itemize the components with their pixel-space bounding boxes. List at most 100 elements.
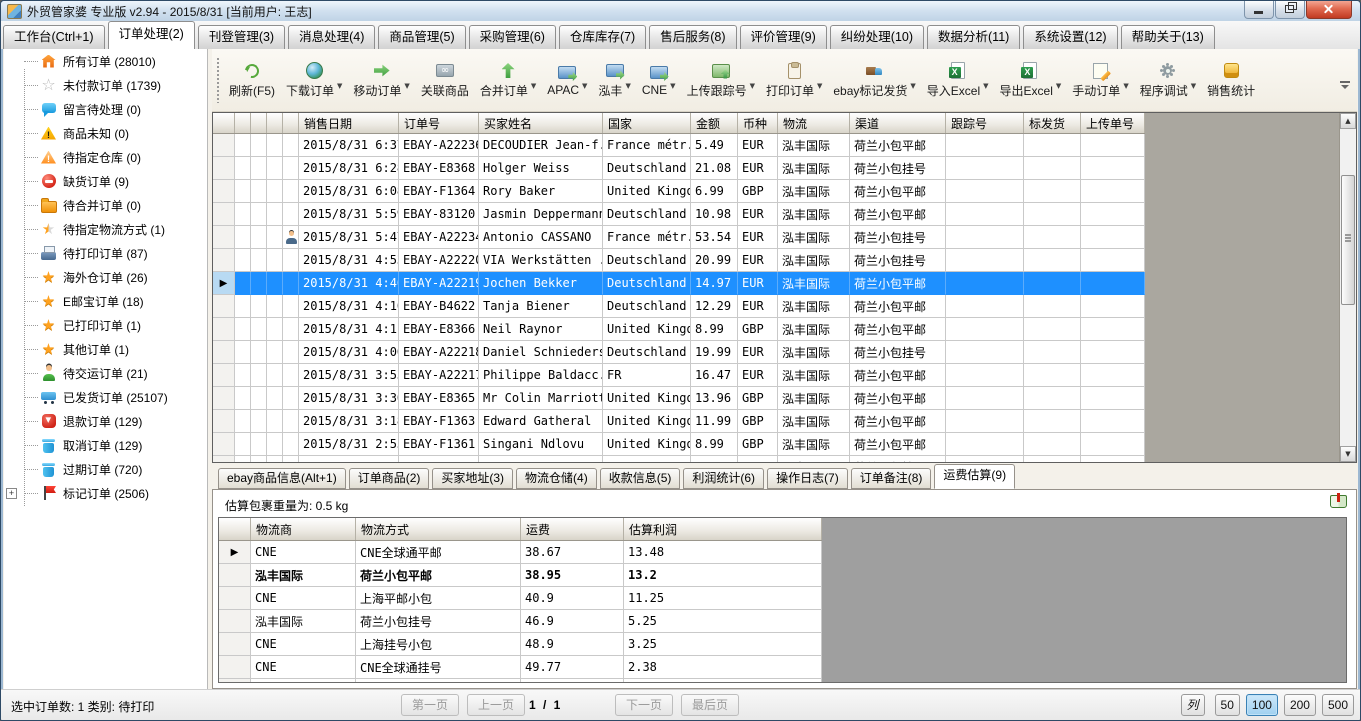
order-row[interactable]: 2015/8/31 3:18EBAY-F1363Edward GatheralU… — [213, 410, 1145, 433]
toolbar-button[interactable]: 销售统计 — [1202, 52, 1260, 108]
row-selector[interactable] — [213, 387, 235, 410]
dropdown-arrow-icon[interactable]: ▼ — [910, 82, 915, 90]
detail-tab[interactable]: 订单备注(8) — [851, 468, 932, 489]
toolbar-button[interactable]: 合并订单▼ — [475, 52, 541, 108]
dropdown-arrow-icon[interactable]: ▼ — [670, 82, 675, 90]
menu-tab[interactable]: 订单处理(2) — [108, 21, 195, 49]
restore-button[interactable] — [1275, 1, 1305, 19]
dropdown-arrow-icon[interactable]: ▼ — [625, 82, 630, 90]
sidebar-item[interactable]: 留言待处理 (0) — [4, 97, 207, 121]
minimize-button[interactable] — [1244, 1, 1274, 19]
sidebar-item[interactable]: 已发货订单 (25107) — [4, 385, 207, 409]
dropdown-arrow-icon[interactable]: ▼ — [983, 82, 988, 90]
toolbar-button[interactable]: ebay标记发货▼ — [828, 52, 920, 108]
toolbar-button[interactable]: 上传跟踪号▼ — [682, 52, 760, 108]
shipping-column-header[interactable]: 物流商 — [251, 518, 356, 540]
toolbar-button[interactable]: 打印订单▼ — [761, 52, 827, 108]
row-selector[interactable] — [219, 610, 251, 633]
menu-tab[interactable]: 刊登管理(3) — [198, 25, 285, 49]
row-selector[interactable] — [213, 318, 235, 341]
dropdown-arrow-icon[interactable]: ▼ — [582, 82, 587, 90]
shipping-row[interactable]: 泓丰国际荷兰小包平邮38.9513.2 — [219, 564, 822, 587]
row-selector[interactable] — [213, 249, 235, 272]
sidebar-item[interactable]: 待打印订单 (87) — [4, 241, 207, 265]
grid-column-header[interactable]: 金额 — [691, 113, 738, 133]
menu-tab[interactable]: 系统设置(12) — [1023, 25, 1117, 49]
book-icon[interactable] — [1329, 493, 1348, 508]
dropdown-arrow-icon[interactable]: ▼ — [404, 82, 409, 90]
last-page-button[interactable]: 最后页 — [681, 694, 739, 716]
row-selector[interactable] — [213, 157, 235, 180]
menu-tab[interactable]: 消息处理(4) — [288, 25, 375, 49]
order-row[interactable]: ▶2015/8/31 4:46EBAY-A22219Jochen BekkerD… — [213, 272, 1145, 295]
order-row[interactable]: 2015/8/31 2:55EBAY-F1361Singani NdlovuUn… — [213, 433, 1145, 456]
order-row[interactable]: 2015/8/31 4:53EBAY-A22220VIA Werkstätten… — [213, 249, 1145, 272]
dropdown-arrow-icon[interactable]: ▼ — [750, 82, 755, 90]
shipping-row[interactable]: 泓丰国际荷兰小包挂号46.95.25 — [219, 610, 822, 633]
toolbar-button[interactable]: 刷新(F5) — [224, 52, 280, 108]
page-size-option[interactable]: 500 — [1322, 694, 1354, 716]
row-selector[interactable] — [219, 587, 251, 610]
row-selector[interactable] — [213, 226, 235, 249]
grid-column-header[interactable]: 买家姓名 — [479, 113, 603, 133]
detail-tab[interactable]: 利润统计(6) — [683, 468, 764, 489]
sidebar-item[interactable]: 已打印订单 (1) — [4, 313, 207, 337]
grid-column-header[interactable]: 订单号 — [399, 113, 479, 133]
sidebar-item[interactable]: 待合并订单 (0) — [4, 193, 207, 217]
detail-tab[interactable]: 买家地址(3) — [432, 468, 513, 489]
order-row[interactable]: 2015/8/31 6:28EBAY-E8368Holger WeissDeut… — [213, 157, 1145, 180]
grid-column-header[interactable]: 跟踪号 — [946, 113, 1024, 133]
order-row[interactable]: 2015/8/31 3:53EBAY-A22217Philippe Baldac… — [213, 364, 1145, 387]
toolbar-button[interactable]: 导出Excel▼ — [995, 52, 1067, 108]
dropdown-arrow-icon[interactable]: ▼ — [817, 82, 822, 90]
sidebar-item[interactable]: 待交运订单 (21) — [4, 361, 207, 385]
dropdown-arrow-icon[interactable]: ▼ — [531, 82, 536, 90]
menu-tab[interactable]: 纠纷处理(10) — [830, 25, 924, 49]
menu-tab[interactable]: 工作台(Ctrl+1) — [3, 25, 105, 49]
menu-tab[interactable]: 售后服务(8) — [649, 25, 736, 49]
vertical-scrollbar[interactable]: ▲ ▼ — [1339, 113, 1356, 462]
dropdown-arrow-icon[interactable]: ▼ — [337, 82, 342, 90]
grid-column-header[interactable]: 标发货 — [1024, 113, 1081, 133]
row-selector[interactable] — [213, 433, 235, 456]
dropdown-arrow-icon[interactable]: ▼ — [1191, 82, 1196, 90]
shipping-column-header[interactable]: 物流方式 — [356, 518, 521, 540]
detail-tab[interactable]: 收款信息(5) — [600, 468, 681, 489]
shipping-row[interactable]: CNE上海平邮小包40.911.25 — [219, 587, 822, 610]
sidebar-item[interactable]: + 标记订单 (2506) — [4, 481, 207, 505]
sidebar-item[interactable]: E邮宝订单 (18) — [4, 289, 207, 313]
toolbar-button[interactable]: 关联商品 — [416, 52, 474, 108]
grid-column-header[interactable]: 渠道 — [850, 113, 946, 133]
row-selector[interactable] — [213, 341, 235, 364]
order-row[interactable]: 2015/8/31 5:59EBAY-83120...Jasmin Depper… — [213, 203, 1145, 226]
grid-column-header[interactable]: 币种 — [738, 113, 778, 133]
toolbar-button[interactable]: CNE▼ — [637, 52, 681, 108]
dropdown-arrow-icon[interactable]: ▼ — [1056, 82, 1061, 90]
grid-column-header[interactable]: 销售日期 — [299, 113, 399, 133]
toolbar-button[interactable]: 下载订单▼ — [281, 52, 347, 108]
detail-tab[interactable]: 操作日志(7) — [767, 468, 848, 489]
toolbar-button[interactable]: 程序调试▼ — [1135, 52, 1201, 108]
grid-column-header[interactable]: 上传单号 — [1081, 113, 1145, 133]
menu-tab[interactable]: 帮助关于(13) — [1121, 25, 1215, 49]
sidebar-item[interactable]: 其他订单 (1) — [4, 337, 207, 361]
sidebar-item[interactable]: 未付款订单 (1739) — [4, 73, 207, 97]
toolbar-button[interactable]: 泓丰▼ — [593, 52, 635, 108]
columns-button[interactable]: 列 — [1181, 694, 1205, 716]
sidebar-item[interactable]: 商品未知 (0) — [4, 121, 207, 145]
menu-tab[interactable]: 仓库库存(7) — [559, 25, 646, 49]
shipping-row[interactable]: CNE上海挂号小包48.93.25 — [219, 633, 822, 656]
toolbar-overflow-icon[interactable] — [1339, 81, 1351, 91]
order-row[interactable]: 2015/8/31 4:16EBAY-B4622Tanja BienerDeut… — [213, 295, 1145, 318]
sidebar-item[interactable]: 过期订单 (720) — [4, 457, 207, 481]
menu-tab[interactable]: 采购管理(6) — [469, 25, 556, 49]
row-selector[interactable]: ▶ — [213, 272, 235, 295]
row-selector[interactable] — [219, 633, 251, 656]
shipping-row[interactable]: CNECNE全球通挂号49.772.38 — [219, 656, 822, 679]
sidebar-item[interactable]: 所有订单 (28010) — [4, 49, 207, 73]
detail-tab[interactable]: 订单商品(2) — [349, 468, 430, 489]
menu-tab[interactable]: 商品管理(5) — [378, 25, 465, 49]
sidebar-item[interactable]: 待指定仓库 (0) — [4, 145, 207, 169]
prev-page-button[interactable]: 上一页 — [467, 694, 525, 716]
shipping-row[interactable]: ▶CNECNE全球通平邮38.6713.48 — [219, 541, 822, 564]
